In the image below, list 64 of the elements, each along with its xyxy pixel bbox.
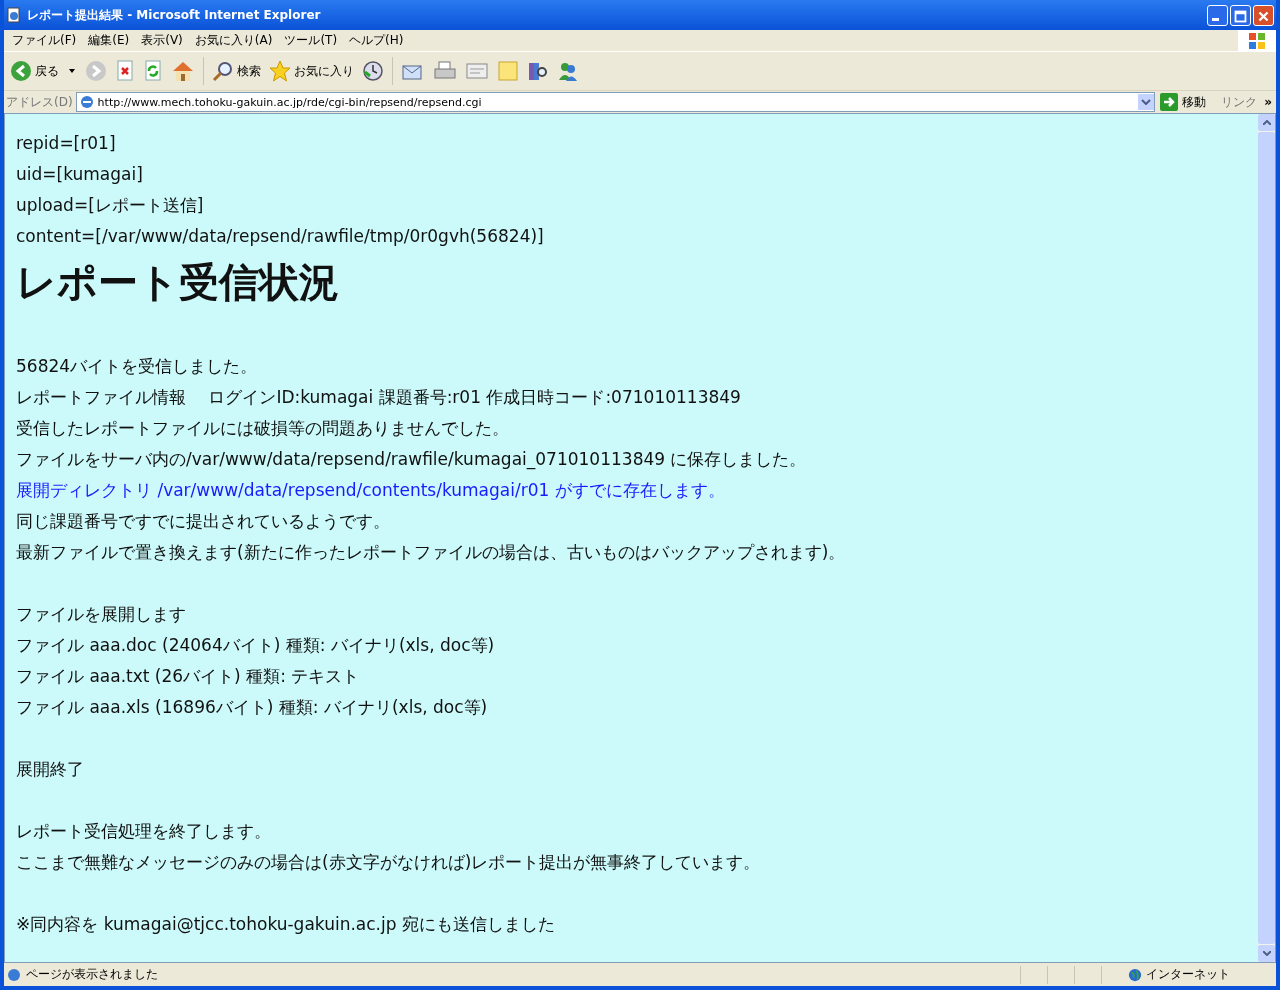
menu-item[interactable]: 編集(E) xyxy=(82,32,136,49)
caret-icon[interactable] xyxy=(69,69,75,73)
people-icon xyxy=(557,60,579,82)
back-button[interactable]: 戻る xyxy=(8,58,61,84)
body-text: 受信したレポートファイルには破損等の問題ありませんでした。 xyxy=(16,418,509,438)
body-text: uid=[kumagai] xyxy=(16,164,143,184)
links-label[interactable]: リンク xyxy=(1221,93,1258,111)
body-text: ファイル aaa.xls (16896バイト) 種類: バイナリ(xls, doc等) xyxy=(16,697,488,717)
address-field[interactable]: http://www.mech.tohoku-gakuin.ac.jp/rde/cgi-bin/repsend/repsend.cgi xyxy=(75,92,1156,112)
page-icon xyxy=(6,7,22,23)
menu-item[interactable]: ヘルプ(H) xyxy=(343,32,410,49)
favorites-button[interactable]: お気に入り xyxy=(267,58,356,84)
body-text: 56824バイトを受信しました。 xyxy=(16,356,258,376)
clock-icon xyxy=(362,60,384,82)
minimize-button[interactable] xyxy=(1207,4,1228,26)
window-title: レポート提出結果 - Microsoft Internet Explorer xyxy=(27,6,322,24)
body-text: レポートファイル情報 ログインID:kumagai 課題番号:r01 作成日時コード:071010113849 xyxy=(16,387,741,407)
menu-item[interactable]: お気に入り(A) xyxy=(188,32,279,49)
body-text: ※同内容を kumagai@tjcc.tohoku-gakuin.ac.jp 宛にも送信しました xyxy=(16,914,555,934)
body-text: ここまで無難なメッセージのみの場合は(赤文字がなければ)レポート提出が無事終了しています。 xyxy=(16,852,761,872)
more-button[interactable]: » xyxy=(1260,95,1276,109)
search-icon xyxy=(212,60,234,82)
dropdown-button[interactable] xyxy=(1138,94,1155,110)
body-text: 同じ課題番号ですでに提出されているようです。 xyxy=(16,511,390,531)
notice-text: 展開ディレクトリ /var/www/data/repsend/contents/kumagai/r01 がすでに存在します。 xyxy=(16,480,725,500)
chevron-up-icon[interactable] xyxy=(1262,120,1271,125)
page-icon xyxy=(78,94,95,110)
globe-icon xyxy=(1128,967,1142,982)
menu-item[interactable]: ツール(T) xyxy=(278,32,344,49)
go-button[interactable]: 移動 xyxy=(1158,93,1219,111)
menu-item[interactable]: ファイル(F) xyxy=(6,32,83,49)
menu-item[interactable]: 表示(V) xyxy=(135,32,189,49)
body-text: ファイルを展開します xyxy=(16,604,186,624)
body-text: content=[/var/www/data/repsend/rawfile/tmp/0r0gvh(56824)] xyxy=(16,226,544,246)
chevron-down-icon[interactable] xyxy=(1262,951,1271,956)
status-message: ページが表示されました xyxy=(26,966,159,983)
maximize-button[interactable] xyxy=(1230,4,1251,26)
history-button[interactable] xyxy=(360,58,386,84)
refresh-icon xyxy=(143,60,163,82)
search-button[interactable]: 検索 xyxy=(210,58,263,84)
printer-icon xyxy=(433,60,457,82)
page-icon xyxy=(6,966,22,983)
page-heading: レポート受信状況 xyxy=(16,259,339,305)
books-magnifier-icon xyxy=(527,60,549,82)
arrow-right-icon xyxy=(1160,93,1179,111)
body-text: 最新ファイルで置き換えます(新たに作ったレポートファイルの場合は、古いものはバックアップされます)。 xyxy=(16,542,846,562)
body-text: upload=[レポート送信] xyxy=(16,195,204,215)
note-icon xyxy=(497,60,519,82)
body-text: repid=[r01] xyxy=(16,133,116,153)
minimize-icon xyxy=(1212,17,1219,21)
body-text: レポート受信処理を終了します。 xyxy=(16,821,271,841)
scrollbar[interactable] xyxy=(1258,114,1275,962)
document-icon xyxy=(465,60,489,82)
chevron-down-icon xyxy=(1141,99,1152,105)
body-text: 展開終了 xyxy=(16,759,84,779)
stop-icon xyxy=(115,60,135,82)
address-label: アドレス(D) xyxy=(6,93,73,111)
body-text: ファイル aaa.doc (24064バイト) 種類: バイナリ(xls, doc等) xyxy=(16,635,495,655)
star-icon xyxy=(269,60,291,82)
body-text: ファイルをサーバ内の/var/www/data/repsend/rawfile/kumagai_071010113849 に保存しました。 xyxy=(16,449,807,469)
zone-label: インターネット xyxy=(1146,966,1231,983)
body-text: ファイル aaa.txt (26バイト) 種類: テキスト xyxy=(16,666,360,686)
home-icon xyxy=(171,60,195,82)
close-button[interactable] xyxy=(1253,4,1274,26)
